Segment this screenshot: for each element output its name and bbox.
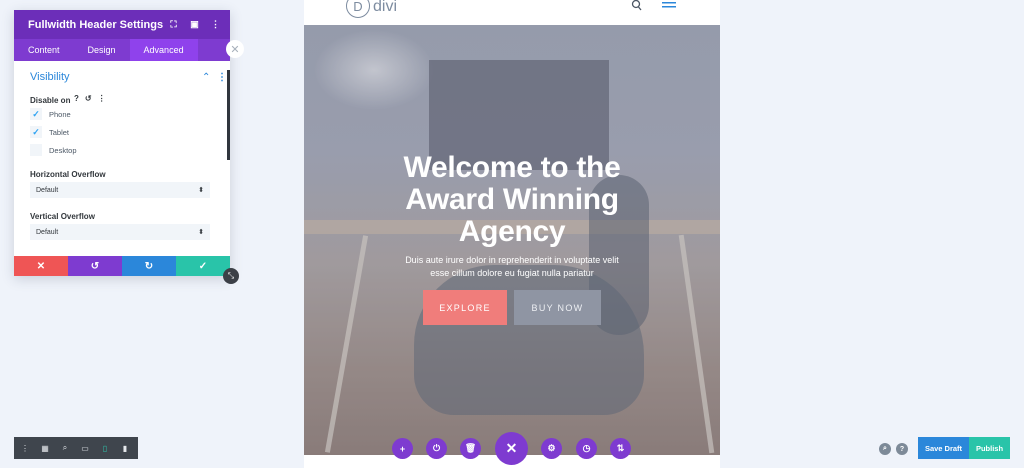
section-options-icon[interactable]: ⋮ [217,72,227,83]
zoom-icon[interactable]: ⌕ [60,443,70,453]
close-builder-icon[interactable]: ✕ [495,432,528,465]
menu-dots-icon[interactable]: ⋮ [20,443,30,453]
device-option-desktop[interactable]: Desktop [30,144,77,156]
site-header: D divi [304,0,720,25]
resize-handle-icon[interactable]: ⤡ [223,268,239,284]
search-icon[interactable] [631,0,643,12]
portability-icon[interactable]: ⇅ [610,438,631,459]
phone-view-icon[interactable]: ▮ [120,443,130,453]
select-value: Default [36,228,59,236]
device-label: Desktop [49,145,77,155]
settings-icon[interactable]: ⚙ [541,438,562,459]
checkbox-checked-icon[interactable]: ✓ [30,108,42,120]
reset-icon[interactable]: ↺ [85,94,92,103]
power-icon[interactable]: ⏻ [426,438,447,459]
horizontal-overflow-select[interactable]: Default ⬍ [30,182,210,198]
subtext-line: Duis aute irure dolor in reprehenderit i… [405,255,619,265]
publish-button[interactable]: Publish [969,437,1010,459]
help-icon[interactable]: ? [896,443,908,455]
horizontal-overflow-label: Horizontal Overflow [30,170,106,179]
tab-design[interactable]: Design [74,39,130,61]
save-changes-button[interactable]: ✓ [176,256,230,276]
discard-button[interactable]: ✕ [14,256,68,276]
site-logo[interactable]: D divi [346,0,397,18]
logo-mark: D [346,0,370,18]
device-option-phone[interactable]: ✓ Phone [30,108,71,120]
search-help-icon[interactable]: ⌕ [879,443,891,455]
panel-header[interactable]: Fullwidth Header Settings ⛶ ▣ ⋮ [14,10,230,39]
checkbox-checked-icon[interactable]: ✓ [30,126,42,138]
headline-line: Welcome to the [403,151,621,184]
module-settings-panel[interactable]: Fullwidth Header Settings ⛶ ▣ ⋮ Content … [14,10,230,276]
more-options-icon[interactable]: ⋮ [211,20,220,29]
hero-subtext: Duis aute irure dolor in reprehenderit i… [304,254,720,280]
hero-headline: Welcome to the Award Winning Agency [304,152,720,248]
help-icon[interactable]: ? [74,94,79,103]
headline-line: Agency [458,215,566,248]
close-icon[interactable]: ✕ [226,40,244,58]
wireframe-icon[interactable]: ▦ [40,443,50,453]
trash-icon[interactable]: 🗑 [460,438,481,459]
split-view-icon[interactable]: ▣ [190,20,199,29]
logo-text: divi [373,0,398,15]
hero-section[interactable]: Welcome to the Award Winning Agency Duis… [304,25,720,455]
explore-button[interactable]: EXPLORE [423,290,507,325]
device-option-tablet[interactable]: ✓ Tablet [30,126,69,138]
add-icon[interactable]: + [392,438,413,459]
device-label: Tablet [49,127,70,137]
vertical-overflow-select[interactable]: Default ⬍ [30,224,210,240]
history-icon[interactable]: ◷ [576,438,597,459]
select-arrows-icon: ⬍ [198,187,204,194]
undo-button[interactable]: ↺ [68,256,122,276]
tab-advanced[interactable]: Advanced [129,39,198,61]
tab-content[interactable]: Content [14,39,74,61]
panel-scrollbar[interactable] [227,70,230,160]
save-draft-button[interactable]: Save Draft [918,437,969,459]
redo-button[interactable]: ↻ [122,256,176,276]
select-arrows-icon: ⬍ [198,229,204,236]
section-title-visibility[interactable]: Visibility [30,71,70,83]
desktop-view-icon[interactable]: ▭ [80,443,90,453]
checkbox-empty[interactable] [30,144,42,156]
fullscreen-icon[interactable]: ⛶ [169,20,178,29]
menu-icon[interactable] [662,1,676,11]
panel-body: Visibility ⌃ ⋮ Disable on ? ↺ ⋮ ✓ Phone … [14,61,230,256]
panel-footer: ✕ ↺ ↻ ✓ [14,256,230,276]
headline-line: Award Winning [405,183,619,216]
device-label: Phone [49,109,71,119]
buy-now-button[interactable]: BUY NOW [514,290,601,325]
view-mode-bar: ⋮ ▦ ⌕ ▭ ▯ ▮ [14,437,138,459]
disable-on-label: Disable on [30,96,71,105]
panel-tabs: Content Design Advanced [14,39,230,61]
subtext-line: esse cillum dolore eu fugiat nulla paria… [430,268,594,278]
tablet-view-icon[interactable]: ▯ [100,443,110,453]
collapse-icon[interactable]: ⌃ [202,72,210,83]
field-actions: ? ↺ ⋮ [74,94,106,103]
vertical-overflow-label: Vertical Overflow [30,212,95,221]
panel-title: Fullwidth Header Settings [28,18,164,31]
field-options-icon[interactable]: ⋮ [98,94,106,103]
page-preview: D divi Welcome to the Award Winning Agen… [304,0,720,468]
select-value: Default [36,186,59,194]
